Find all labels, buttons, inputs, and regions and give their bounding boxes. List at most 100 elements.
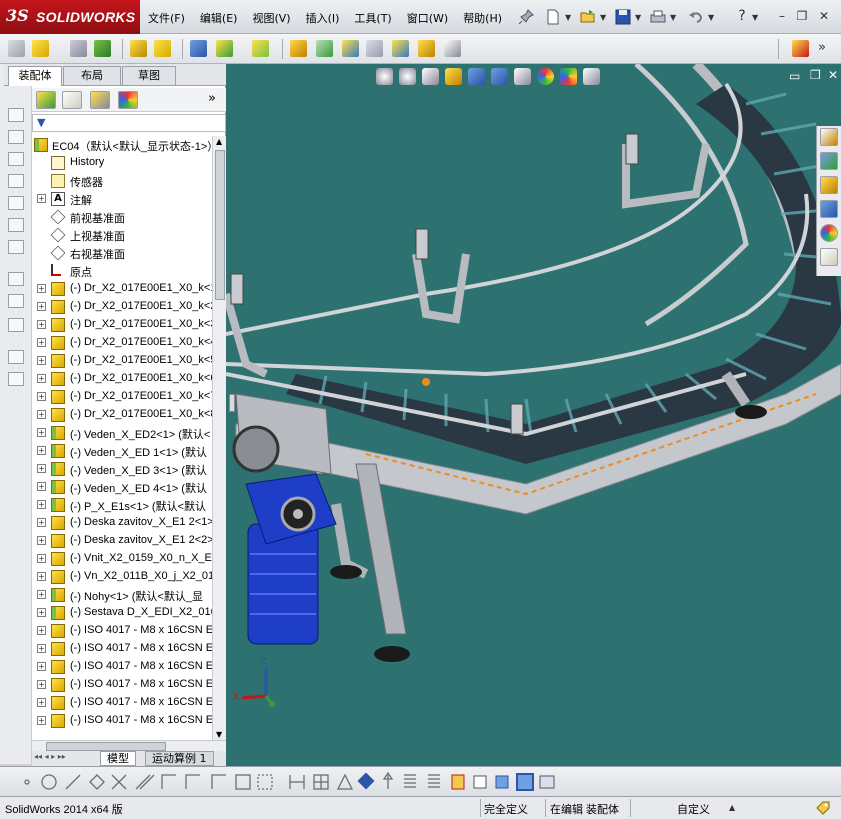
tree-item[interactable]: 右视基准面 xyxy=(32,244,212,262)
chevron-down-icon[interactable]: ▼ xyxy=(600,13,606,22)
assembly-features-icon[interactable] xyxy=(216,40,233,57)
show-hidden-icon[interactable] xyxy=(190,40,207,57)
section-view-icon[interactable] xyxy=(445,68,462,85)
tile-view-icon[interactable]: ❐ xyxy=(810,68,821,82)
chevron-down-icon[interactable]: ▼ xyxy=(565,13,571,22)
chevron-down-icon[interactable]: ▼ xyxy=(635,13,641,22)
expand-plus-icon[interactable]: + xyxy=(37,302,46,311)
view-settings-icon[interactable] xyxy=(583,68,600,85)
linear-pattern-icon[interactable] xyxy=(94,40,111,57)
expand-plus-icon[interactable]: + xyxy=(37,698,46,707)
tab-motion-study[interactable]: 运动算例 1 xyxy=(145,751,214,766)
design-library-icon[interactable] xyxy=(820,152,838,170)
scroll-up-icon[interactable]: ▲ xyxy=(216,137,222,146)
tree-item[interactable]: History xyxy=(32,154,212,172)
expand-plus-icon[interactable]: + xyxy=(37,464,46,473)
expand-plus-icon[interactable]: + xyxy=(37,374,46,383)
expand-plus-icon[interactable]: + xyxy=(37,554,46,563)
menu-edit[interactable]: 编辑(E) xyxy=(200,10,238,26)
expand-plus-icon[interactable]: + xyxy=(37,644,46,653)
expand-plus-icon[interactable]: + xyxy=(37,284,46,293)
help-icon[interactable]: ? xyxy=(735,9,749,23)
chevron-down-icon[interactable]: ▼ xyxy=(752,13,758,22)
menu-help[interactable]: 帮助(H) xyxy=(463,10,502,26)
mate-icon[interactable] xyxy=(70,40,87,57)
tree-item[interactable]: + (-) Veden_X_ED2<1> (默认< xyxy=(32,424,212,442)
tree-item[interactable]: 传感器 xyxy=(32,172,212,190)
close-button[interactable]: ✕ xyxy=(817,9,831,23)
menu-tools[interactable]: 工具(T) xyxy=(354,10,391,26)
tree-item[interactable]: + (-) P_X_E1s<1> (默认<默认 xyxy=(32,496,212,514)
view-icon[interactable] xyxy=(8,196,24,210)
tree-item[interactable]: + (-) ISO 4017 - M8 x 16CSN EI xyxy=(32,694,212,712)
clearance-verification-icon[interactable] xyxy=(418,40,435,57)
expand-plus-icon[interactable]: + xyxy=(37,410,46,419)
tree-root[interactable]: EC04（默认<默认_显示状态-1>） xyxy=(32,136,212,154)
tab-assembly[interactable]: 装配体 xyxy=(8,66,62,86)
panel-collapse-handle[interactable] xyxy=(229,394,235,412)
insert-component-icon[interactable] xyxy=(32,40,49,57)
tree-vertical-scrollbar[interactable]: ▲ ▼ xyxy=(212,136,226,740)
expand-plus-icon[interactable]: + xyxy=(37,572,46,581)
expand-plus-icon[interactable]: + xyxy=(37,428,46,437)
tree-item[interactable]: + (-) ISO 4017 - M8 x 16CSN EI xyxy=(32,676,212,694)
tree-item[interactable]: + (-) Dr_X2_017E00E1_X0_k<2 xyxy=(32,298,212,316)
expand-plus-icon[interactable]: + xyxy=(37,356,46,365)
expand-plus-icon[interactable]: + xyxy=(37,518,46,527)
instant3d-icon[interactable] xyxy=(444,40,461,57)
scroll-thumb[interactable] xyxy=(46,742,166,751)
edit-appearance-icon[interactable] xyxy=(537,68,554,85)
undo-icon[interactable] xyxy=(688,9,704,25)
minimize-button[interactable]: – xyxy=(775,9,789,23)
tree-item[interactable]: + (-) Dr_X2_017E00E1_X0_k<6 xyxy=(32,370,212,388)
expand-plus-icon[interactable]: + xyxy=(37,392,46,401)
property-manager-icon[interactable] xyxy=(62,91,82,109)
expand-plus-icon[interactable]: + xyxy=(37,608,46,617)
tree-item[interactable]: + (-) ISO 4017 - M8 x 16CSN EI xyxy=(32,712,212,730)
new-document-icon[interactable] xyxy=(545,9,561,25)
view-icon[interactable] xyxy=(8,130,24,144)
apply-scene-icon[interactable] xyxy=(560,68,577,85)
view-icon[interactable] xyxy=(8,152,24,166)
sketch-icon[interactable] xyxy=(8,272,24,286)
restore-button[interactable]: ❐ xyxy=(795,9,809,23)
tab-model[interactable]: 模型 xyxy=(100,751,136,766)
tree-item[interactable]: + (-) Dr_X2_017E00E1_X0_k<7 xyxy=(32,388,212,406)
tree-item[interactable]: + (-) Dr_X2_017E00E1_X0_k<8 xyxy=(32,406,212,424)
expand-plus-icon[interactable]: + xyxy=(37,680,46,689)
graphics-area[interactable]: ▭ ❐ ✕ Z X xyxy=(226,64,841,766)
tab-scroll-icons[interactable]: ◂◂ ◂ ▸ ▸▸ xyxy=(34,752,66,761)
tree-item[interactable]: + (-) Veden_X_ED 4<1> (默认 xyxy=(32,478,212,496)
new-motion-study-icon[interactable] xyxy=(290,40,307,57)
expand-panel-icon[interactable]: » xyxy=(208,91,216,106)
chevron-down-icon[interactable]: ▼ xyxy=(670,13,676,22)
expand-plus-icon[interactable]: + xyxy=(37,662,46,671)
solidworks-logo[interactable]: 3S SOLIDWORKS xyxy=(0,0,140,34)
close-view-icon[interactable]: ✕ xyxy=(828,68,838,82)
toolbar-overflow-icon[interactable]: » xyxy=(818,40,826,55)
tree-item[interactable]: + (-) ISO 4017 - M8 x 16CSN EI xyxy=(32,640,212,658)
feature-manager-icon[interactable] xyxy=(36,91,56,109)
filter-bar[interactable]: ▼ xyxy=(32,114,226,132)
pin-icon[interactable] xyxy=(518,9,534,25)
units-status[interactable]: 自定义 xyxy=(677,801,710,817)
expand-plus-icon[interactable]: + xyxy=(37,194,46,203)
previous-view-icon[interactable] xyxy=(422,68,439,85)
menu-view[interactable]: 视图(V) xyxy=(252,10,290,26)
tab-layout[interactable]: 布局 xyxy=(63,66,121,85)
tree-item[interactable]: + (-) Dr_X2_017E00E1_X0_k<4 xyxy=(32,334,212,352)
home-icon[interactable] xyxy=(820,128,838,146)
open-folder-icon[interactable] xyxy=(580,9,596,25)
chevron-up-icon[interactable]: ▲ xyxy=(729,803,735,812)
restore-view-icon[interactable]: ▭ xyxy=(789,69,800,83)
tree-item[interactable]: + (-) Sestava D_X_EDI_X2_016 xyxy=(32,604,212,622)
sketch-icon[interactable] xyxy=(8,294,24,308)
tag-icon[interactable] xyxy=(815,800,831,816)
appearances-icon[interactable] xyxy=(820,224,838,242)
print-icon[interactable] xyxy=(650,9,666,25)
expand-plus-icon[interactable]: + xyxy=(37,482,46,491)
tree-item[interactable]: 上视基准面 xyxy=(32,226,212,244)
tree-item[interactable]: + (-) ISO 4017 - M8 x 16CSN EI xyxy=(32,658,212,676)
zoom-to-fit-icon[interactable] xyxy=(376,68,393,85)
bill-of-materials-icon[interactable] xyxy=(316,40,333,57)
